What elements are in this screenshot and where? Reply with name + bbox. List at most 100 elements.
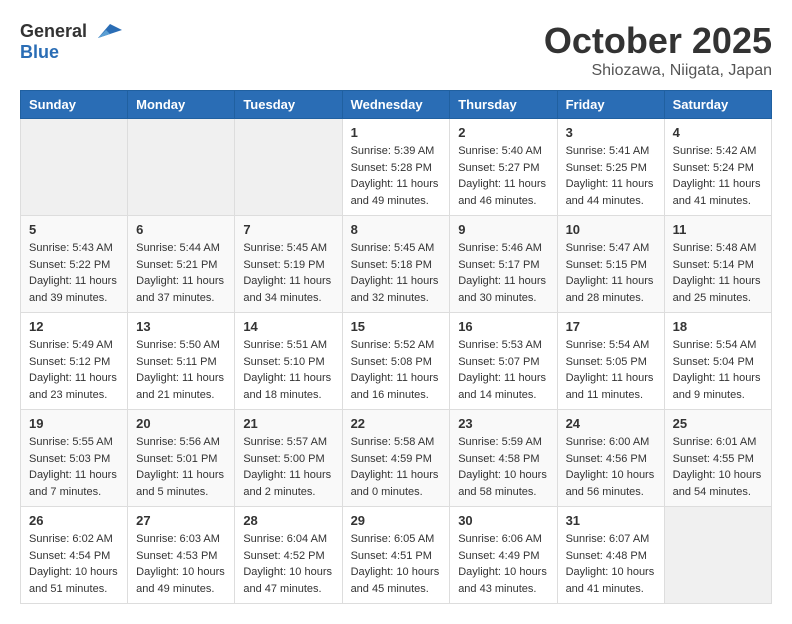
day-number: 18 — [673, 319, 763, 334]
day-info: Sunrise: 5:43 AM Sunset: 5:22 PM Dayligh… — [29, 240, 119, 306]
day-info: Sunrise: 5:50 AM Sunset: 5:11 PM Dayligh… — [136, 337, 226, 403]
table-row: 2Sunrise: 5:40 AM Sunset: 5:27 PM Daylig… — [450, 119, 557, 216]
day-number: 9 — [458, 222, 548, 237]
table-row: 26 Sunrise: 6:02 AM Sunset: 4:54 PM Dayli… — [21, 507, 128, 604]
day-info: Sunrise: 5:42 AM Sunset: 5:24 PM Dayligh… — [673, 143, 763, 209]
table-row: 18 Sunrise: 5:54 AM Sunset: 5:04 PM Dayli… — [664, 313, 771, 410]
day-info: Sunrise: 5:51 AM Sunset: 5:10 PM Dayligh… — [243, 337, 333, 403]
table-row: 6 Sunrise: 5:44 AM Sunset: 5:21 PM Daylig… — [128, 216, 235, 313]
table-row: 20Sunrise: 5:56 AM Sunset: 5:01 PM Dayli… — [128, 410, 235, 507]
table-row: 28 Sunrise: 6:04 AM Sunset: 4:52 PM Dayli… — [235, 507, 342, 604]
table-row: 31Sunrise: 6:07 AM Sunset: 4:48 PM Dayli… — [557, 507, 664, 604]
day-info: Sunrise: 5:44 AM Sunset: 5:21 PM Dayligh… — [136, 240, 226, 306]
table-row: 22 Sunrise: 5:58 AM Sunset: 4:59 PM Dayli… — [342, 410, 450, 507]
day-info: Sunrise: 5:54 AM Sunset: 5:05 PM Dayligh… — [566, 337, 656, 403]
calendar-week-row: 1Sunrise: 5:39 AM Sunset: 5:28 PM Daylig… — [21, 119, 772, 216]
day-info: Sunrise: 5:58 AM Sunset: 4:59 PM Dayligh… — [351, 434, 442, 500]
table-row: 4 Sunrise: 5:42 AM Sunset: 5:24 PM Daylig… — [664, 119, 771, 216]
calendar-header-row: Sunday Monday Tuesday Wednesday Thursday… — [21, 91, 772, 119]
day-info: Sunrise: 6:02 AM Sunset: 4:54 PM Dayligh… — [29, 531, 119, 597]
table-row: 17 Sunrise: 5:54 AM Sunset: 5:05 PM Dayli… — [557, 313, 664, 410]
table-row: 30 Sunrise: 6:06 AM Sunset: 4:49 PM Dayli… — [450, 507, 557, 604]
day-number: 21 — [243, 416, 333, 431]
table-row: 12 Sunrise: 5:49 AM Sunset: 5:12 PM Dayli… — [21, 313, 128, 410]
day-info: Sunrise: 5:45 AM Sunset: 5:19 PM Dayligh… — [243, 240, 333, 306]
day-number: 24 — [566, 416, 656, 431]
day-number: 26 — [29, 513, 119, 528]
logo-general-text: General — [20, 21, 87, 42]
day-info: Sunrise: 6:05 AM Sunset: 4:51 PM Dayligh… — [351, 531, 442, 597]
table-row: 13 Sunrise: 5:50 AM Sunset: 5:11 PM Dayli… — [128, 313, 235, 410]
day-info: Sunrise: 6:03 AM Sunset: 4:53 PM Dayligh… — [136, 531, 226, 597]
header-monday: Monday — [128, 91, 235, 119]
location-subtitle: Shiozawa, Niigata, Japan — [544, 62, 772, 80]
calendar-week-row: 19 Sunrise: 5:55 AM Sunset: 5:03 PM Dayli… — [21, 410, 772, 507]
table-row — [664, 507, 771, 604]
calendar-table: Sunday Monday Tuesday Wednesday Thursday… — [20, 90, 772, 604]
table-row: 29 Sunrise: 6:05 AM Sunset: 4:51 PM Dayli… — [342, 507, 450, 604]
day-info: Sunrise: 5:49 AM Sunset: 5:12 PM Dayligh… — [29, 337, 119, 403]
day-number: 23 — [458, 416, 548, 431]
day-info: Sunrise: 5:57 AM Sunset: 5:00 PM Dayligh… — [243, 434, 333, 500]
table-row: 15Sunrise: 5:52 AM Sunset: 5:08 PM Dayli… — [342, 313, 450, 410]
day-info: Sunrise: 5:45 AM Sunset: 5:18 PM Dayligh… — [351, 240, 442, 306]
day-number: 12 — [29, 319, 119, 334]
day-info: Sunrise: 6:07 AM Sunset: 4:48 PM Dayligh… — [566, 531, 656, 597]
day-number: 25 — [673, 416, 763, 431]
day-number: 4 — [673, 125, 763, 140]
day-number: 19 — [29, 416, 119, 431]
header-tuesday: Tuesday — [235, 91, 342, 119]
day-number: 6 — [136, 222, 226, 237]
day-info: Sunrise: 5:59 AM Sunset: 4:58 PM Dayligh… — [458, 434, 548, 500]
day-number: 7 — [243, 222, 333, 237]
day-info: Sunrise: 6:06 AM Sunset: 4:49 PM Dayligh… — [458, 531, 548, 597]
day-number: 11 — [673, 222, 763, 237]
day-info: Sunrise: 5:55 AM Sunset: 5:03 PM Dayligh… — [29, 434, 119, 500]
table-row: 25 Sunrise: 6:01 AM Sunset: 4:55 PM Dayli… — [664, 410, 771, 507]
table-row: 11 Sunrise: 5:48 AM Sunset: 5:14 PM Dayli… — [664, 216, 771, 313]
table-row: 8 Sunrise: 5:45 AM Sunset: 5:18 PM Daylig… — [342, 216, 450, 313]
table-row: 7 Sunrise: 5:45 AM Sunset: 5:19 PM Daylig… — [235, 216, 342, 313]
day-number: 5 — [29, 222, 119, 237]
day-info: Sunrise: 6:01 AM Sunset: 4:55 PM Dayligh… — [673, 434, 763, 500]
logo-bird-icon — [90, 20, 122, 42]
calendar-week-row: 5 Sunrise: 5:43 AM Sunset: 5:22 PM Daylig… — [21, 216, 772, 313]
table-row: 24Sunrise: 6:00 AM Sunset: 4:56 PM Dayli… — [557, 410, 664, 507]
day-info: Sunrise: 5:48 AM Sunset: 5:14 PM Dayligh… — [673, 240, 763, 306]
day-number: 16 — [458, 319, 548, 334]
month-title: October 2025 — [544, 20, 772, 62]
calendar-week-row: 26 Sunrise: 6:02 AM Sunset: 4:54 PM Dayli… — [21, 507, 772, 604]
day-number: 29 — [351, 513, 442, 528]
page-header: General Blue October 2025 Shiozawa, Niig… — [20, 20, 772, 80]
header-friday: Friday — [557, 91, 664, 119]
day-number: 30 — [458, 513, 548, 528]
table-row: 10Sunrise: 5:47 AM Sunset: 5:15 PM Dayli… — [557, 216, 664, 313]
day-number: 17 — [566, 319, 656, 334]
day-info: Sunrise: 5:54 AM Sunset: 5:04 PM Dayligh… — [673, 337, 763, 403]
day-number: 15 — [351, 319, 442, 334]
table-row — [235, 119, 342, 216]
day-number: 1 — [351, 125, 442, 140]
day-info: Sunrise: 6:04 AM Sunset: 4:52 PM Dayligh… — [243, 531, 333, 597]
day-number: 27 — [136, 513, 226, 528]
day-number: 10 — [566, 222, 656, 237]
header-sunday: Sunday — [21, 91, 128, 119]
day-info: Sunrise: 5:46 AM Sunset: 5:17 PM Dayligh… — [458, 240, 548, 306]
day-number: 8 — [351, 222, 442, 237]
day-number: 28 — [243, 513, 333, 528]
day-number: 22 — [351, 416, 442, 431]
table-row: 21 Sunrise: 5:57 AM Sunset: 5:00 PM Dayli… — [235, 410, 342, 507]
day-number: 2 — [458, 125, 548, 140]
header-saturday: Saturday — [664, 91, 771, 119]
calendar-week-row: 12 Sunrise: 5:49 AM Sunset: 5:12 PM Dayli… — [21, 313, 772, 410]
header-thursday: Thursday — [450, 91, 557, 119]
table-row: 14 Sunrise: 5:51 AM Sunset: 5:10 PM Dayli… — [235, 313, 342, 410]
title-section: October 2025 Shiozawa, Niigata, Japan — [544, 20, 772, 80]
day-info: Sunrise: 5:53 AM Sunset: 5:07 PM Dayligh… — [458, 337, 548, 403]
table-row: 5 Sunrise: 5:43 AM Sunset: 5:22 PM Daylig… — [21, 216, 128, 313]
day-info: Sunrise: 5:41 AM Sunset: 5:25 PM Dayligh… — [566, 143, 656, 209]
day-number: 13 — [136, 319, 226, 334]
table-row: 16 Sunrise: 5:53 AM Sunset: 5:07 PM Dayli… — [450, 313, 557, 410]
day-number: 14 — [243, 319, 333, 334]
table-row — [21, 119, 128, 216]
